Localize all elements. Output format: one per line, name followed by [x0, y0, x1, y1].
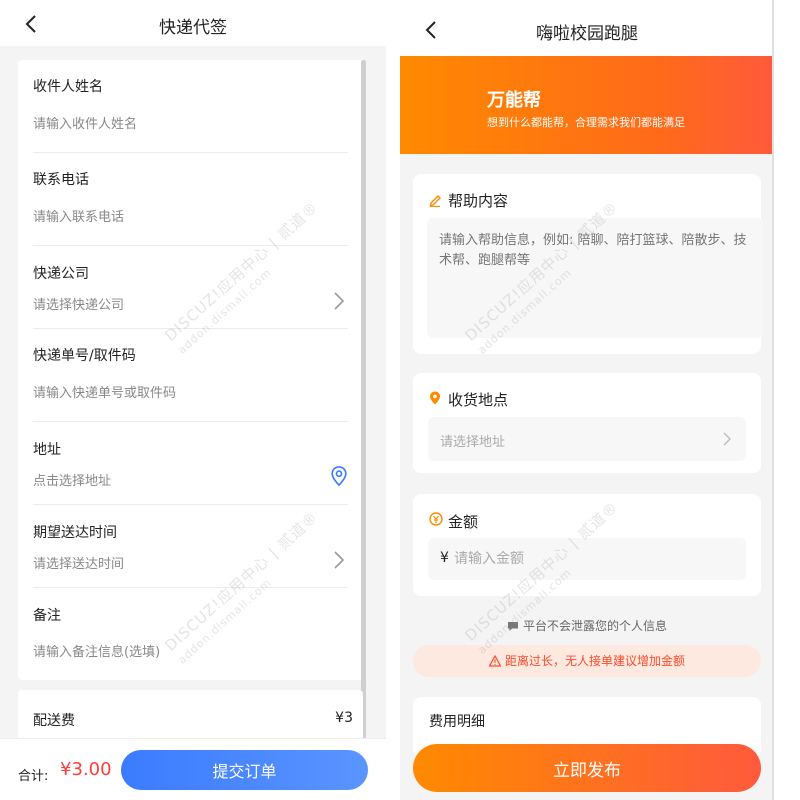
field-label: 联系电话	[33, 172, 89, 188]
service-banner: 万能帮 想到什么都能帮，合理需求我们都能满足	[400, 56, 774, 154]
nav-bar: 快递代签	[0, 0, 386, 46]
tracking-number-field[interactable]: 快递单号/取件码 请输入快递单号或取件码	[33, 329, 348, 422]
fee-details-title: 费用明细	[429, 714, 485, 730]
warning-text: 距离过长，无人接单建议增加金额	[504, 654, 685, 668]
courier-company-field[interactable]: 快递公司 请选择快递公司	[33, 246, 348, 329]
chevron-right-icon[interactable]	[332, 291, 346, 311]
field-label: 备注	[33, 608, 61, 624]
bottom-bar: 合计: ¥3.00 提交订单	[0, 738, 386, 800]
delivery-location-title: 收货地点	[448, 391, 509, 409]
express-sign-screen: 快递代签 收件人姓名 请输入收件人姓名 联系电话 请输入联系电话 快递公司 请选…	[0, 0, 386, 800]
form-card: 收件人姓名 请输入收件人姓名 联系电话 请输入联系电话 快递公司 请选择快递公司…	[18, 60, 363, 680]
field-label: 期望送达时间	[33, 525, 117, 541]
publish-button[interactable]: 立即发布	[413, 744, 761, 792]
help-content-input[interactable]	[427, 218, 763, 338]
fee-label: 配送费	[33, 713, 75, 729]
banner-subtitle: 想到什么都能帮，合理需求我们都能满足	[487, 116, 685, 129]
distance-warning: 距离过长，无人接单建议增加金额	[413, 645, 761, 677]
amount-title: 金额	[448, 513, 479, 531]
address-field[interactable]: 地址 点击选择地址	[33, 422, 348, 505]
location-pin-icon	[430, 391, 440, 405]
remarks-field[interactable]: 备注 请输入备注信息(选填)	[33, 588, 348, 678]
help-content-section: 帮助内容	[413, 174, 763, 354]
amount-input-box[interactable]: ¥	[428, 538, 746, 580]
field-value[interactable]: 点击选择地址	[33, 470, 111, 489]
screen-edge	[772, 0, 774, 800]
field-value[interactable]: 请输入联系电话	[33, 206, 124, 225]
fee-value: ¥3	[335, 710, 353, 726]
page-title: 快递代签	[159, 18, 227, 38]
field-label: 快递公司	[33, 266, 89, 282]
field-label: 收件人姓名	[33, 79, 103, 95]
field-value[interactable]: 请输入快递单号或取件码	[33, 382, 176, 401]
field-value[interactable]: 请选择快递公司	[33, 294, 124, 313]
address-placeholder: 请选择地址	[440, 435, 506, 450]
submit-order-button[interactable]: 提交订单	[121, 750, 368, 790]
recipient-name-field[interactable]: 收件人姓名 请输入收件人姓名	[33, 60, 348, 153]
amount-section: 金额 ¥	[413, 494, 761, 596]
field-label: 地址	[33, 442, 61, 458]
currency-symbol: ¥	[440, 550, 449, 566]
help-content-title: 帮助内容	[448, 192, 509, 210]
total-value: ¥3.00	[60, 759, 112, 780]
screen-gap	[386, 0, 400, 800]
yen-coin-icon	[429, 512, 443, 526]
privacy-note: 平台不会泄露您的个人信息	[400, 617, 774, 634]
total-label: 合计:	[18, 769, 49, 784]
field-value[interactable]: 请输入备注信息(选填)	[33, 641, 160, 660]
nav-bar: 嗨啦校园跑腿	[400, 0, 774, 56]
field-value[interactable]: 请输入收件人姓名	[33, 113, 137, 132]
amount-input[interactable]	[454, 538, 734, 580]
location-pin-icon[interactable]	[330, 466, 348, 486]
delivery-location-section: 收货地点 请选择地址	[413, 373, 761, 473]
chevron-right-icon[interactable]	[332, 550, 346, 570]
banner-title: 万能帮	[487, 90, 541, 111]
address-select[interactable]: 请选择地址	[428, 417, 746, 461]
chat-bubble-icon	[507, 622, 518, 631]
field-value[interactable]: 请选择送达时间	[33, 553, 124, 572]
pencil-icon	[429, 195, 441, 207]
phone-field[interactable]: 联系电话 请输入联系电话	[33, 153, 348, 246]
privacy-text: 平台不会泄露您的个人信息	[522, 619, 667, 633]
delivery-time-field[interactable]: 期望送达时间 请选择送达时间	[33, 505, 348, 588]
scrollbar[interactable]	[361, 60, 366, 740]
warning-icon	[488, 655, 501, 667]
chevron-right-icon	[723, 432, 731, 446]
page-title: 嗨啦校园跑腿	[536, 24, 638, 44]
field-label: 快递单号/取件码	[33, 348, 136, 364]
campus-errand-screen: 嗨啦校园跑腿 万能帮 想到什么都能帮，合理需求我们都能满足 帮助内容 收货地点 …	[400, 0, 774, 800]
